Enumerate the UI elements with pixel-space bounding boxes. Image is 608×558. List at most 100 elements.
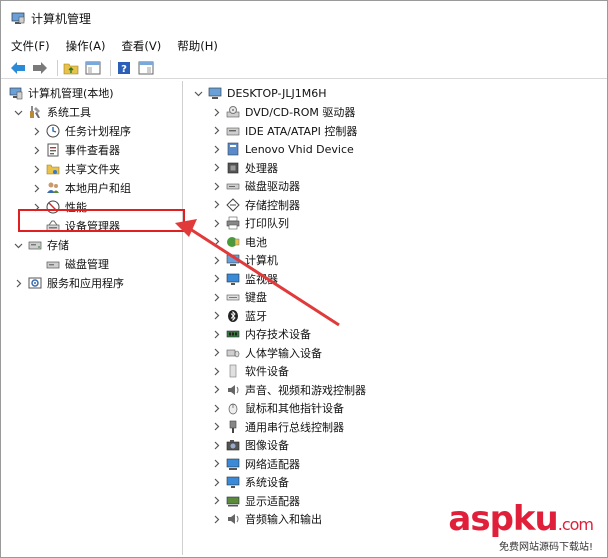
device-category-item[interactable]: 图像设备 xyxy=(211,436,289,455)
chevron-right-icon[interactable] xyxy=(211,440,221,450)
chevron-right-icon[interactable] xyxy=(211,477,221,487)
device-category-label: 网络适配器 xyxy=(245,457,300,471)
back-arrow-icon[interactable] xyxy=(9,59,27,77)
device-category-item[interactable]: DVD/CD-ROM 驱动器 xyxy=(211,103,355,122)
device-category-item[interactable]: 内存技术设备 xyxy=(211,325,311,344)
chevron-down-icon[interactable] xyxy=(13,107,23,117)
device-category-item[interactable]: 磁盘驱动器 xyxy=(211,177,300,196)
software-device-icon xyxy=(226,364,240,378)
highlight-box xyxy=(18,209,185,232)
menu-view[interactable]: 查看(V) xyxy=(121,38,161,54)
menu-help[interactable]: 帮助(H) xyxy=(177,38,218,54)
chevron-right-icon[interactable] xyxy=(211,144,221,154)
chevron-right-icon[interactable] xyxy=(211,459,221,469)
shared-folder-icon xyxy=(46,162,60,176)
chevron-right-icon[interactable] xyxy=(13,278,23,288)
chevron-right-icon[interactable] xyxy=(211,329,221,339)
device-category-item[interactable]: 鼠标和其他指针设备 xyxy=(211,399,344,418)
tree-item-label: 计算机管理(本地) xyxy=(28,87,114,101)
device-category-label: 声音、视频和游戏控制器 xyxy=(245,383,366,397)
chevron-right-icon[interactable] xyxy=(211,422,221,432)
device-category-item[interactable]: 人体学输入设备 xyxy=(211,344,322,363)
chevron-right-icon[interactable] xyxy=(31,126,41,136)
device-tree-root[interactable]: DESKTOP-JLJ1M6H xyxy=(193,84,327,103)
computer-mgmt-icon xyxy=(9,86,23,100)
chevron-right-icon[interactable] xyxy=(211,181,221,191)
tree-item-services-applications[interactable]: 服务和应用程序 xyxy=(13,274,124,293)
disk-mgmt-icon xyxy=(46,257,60,271)
tree-item-label: 系统工具 xyxy=(47,106,91,120)
tree-item-disk-management[interactable]: 磁盘管理 xyxy=(46,255,109,274)
users-icon xyxy=(46,181,60,195)
device-category-label: 蓝牙 xyxy=(245,309,267,323)
device-category-item[interactable]: 电池 xyxy=(211,233,267,252)
device-category-label: Lenovo Vhid Device xyxy=(245,142,354,156)
tree-item-local-users-groups[interactable]: 本地用户和组 xyxy=(31,179,131,198)
chevron-right-icon[interactable] xyxy=(211,218,221,228)
tree-item-storage[interactable]: 存储 xyxy=(13,236,69,255)
chevron-right-icon[interactable] xyxy=(211,200,221,210)
toolbar-separator xyxy=(57,59,58,76)
chevron-right-icon[interactable] xyxy=(211,385,221,395)
device-category-item[interactable]: 显示适配器 xyxy=(211,492,300,511)
up-folder-icon[interactable] xyxy=(62,59,80,77)
device-category-item[interactable]: Lenovo Vhid Device xyxy=(211,140,354,159)
battery-icon xyxy=(226,235,240,249)
help-icon[interactable]: ? xyxy=(115,59,133,77)
tree-item-shared-folders[interactable]: 共享文件夹 xyxy=(31,160,120,179)
tree-item-task-scheduler[interactable]: 任务计划程序 xyxy=(31,122,131,141)
services-icon xyxy=(28,276,42,290)
show-action-pane-icon[interactable] xyxy=(137,59,155,77)
chevron-down-icon[interactable] xyxy=(13,240,23,250)
chevron-right-icon[interactable] xyxy=(31,164,41,174)
chevron-right-icon[interactable] xyxy=(31,183,41,193)
device-category-item[interactable]: 软件设备 xyxy=(211,362,289,381)
device-category-label: 软件设备 xyxy=(245,365,289,379)
device-category-item[interactable]: 计算机 xyxy=(211,251,278,270)
chevron-right-icon[interactable] xyxy=(211,311,221,321)
task-scheduler-icon xyxy=(46,124,60,138)
device-category-label: 通用串行总线控制器 xyxy=(245,420,344,434)
show-console-tree-icon[interactable] xyxy=(84,59,102,77)
chevron-right-icon[interactable] xyxy=(211,163,221,173)
chevron-right-icon[interactable] xyxy=(211,255,221,265)
device-category-item[interactable]: 存储控制器 xyxy=(211,196,300,215)
forward-arrow-icon[interactable] xyxy=(31,59,49,77)
chevron-right-icon[interactable] xyxy=(211,514,221,524)
tree-item-computer-mgmt-local[interactable]: 计算机管理(本地) xyxy=(9,84,114,103)
chevron-down-icon[interactable] xyxy=(193,88,203,98)
device-category-item[interactable]: 键盘 xyxy=(211,288,267,307)
device-category-item[interactable]: 打印队列 xyxy=(211,214,289,233)
chevron-right-icon[interactable] xyxy=(211,496,221,506)
computer-mgmt-app-icon xyxy=(11,11,25,25)
device-category-label: 内存技术设备 xyxy=(245,328,311,342)
storage-icon xyxy=(28,238,42,252)
device-category-item[interactable]: 通用串行总线控制器 xyxy=(211,418,344,437)
device-category-item[interactable]: 蓝牙 xyxy=(211,307,267,326)
tree-item-system-tools[interactable]: 系统工具 xyxy=(13,103,91,122)
chevron-right-icon[interactable] xyxy=(211,274,221,284)
menu-file[interactable]: 文件(F) xyxy=(11,38,50,54)
menu-action[interactable]: 操作(A) xyxy=(66,38,106,54)
chevron-right-icon[interactable] xyxy=(211,237,221,247)
bluetooth-icon xyxy=(226,309,240,323)
chevron-right-icon[interactable] xyxy=(211,366,221,376)
storage-ctrl-icon xyxy=(226,198,240,212)
device-category-item[interactable]: 处理器 xyxy=(211,159,278,178)
usb-icon xyxy=(226,420,240,434)
device-category-item[interactable]: 系统设备 xyxy=(211,473,289,492)
chevron-right-icon[interactable] xyxy=(211,348,221,358)
device-category-item[interactable]: 监视器 xyxy=(211,270,278,289)
tree-item-event-viewer[interactable]: 事件查看器 xyxy=(31,141,120,160)
chevron-right-icon[interactable] xyxy=(211,107,221,117)
device-category-item[interactable]: IDE ATA/ATAPI 控制器 xyxy=(211,122,357,141)
device-category-item[interactable]: 声音、视频和游戏控制器 xyxy=(211,381,366,400)
chevron-right-icon[interactable] xyxy=(211,292,221,302)
chevron-right-icon[interactable] xyxy=(211,403,221,413)
device-category-item[interactable]: 网络适配器 xyxy=(211,455,300,474)
device-category-item[interactable]: 音频输入和输出 xyxy=(211,510,322,529)
watermark-logo: aspku.com xyxy=(448,499,594,539)
chevron-right-icon[interactable] xyxy=(211,126,221,136)
device-category-label: 图像设备 xyxy=(245,439,289,453)
chevron-right-icon[interactable] xyxy=(31,145,41,155)
